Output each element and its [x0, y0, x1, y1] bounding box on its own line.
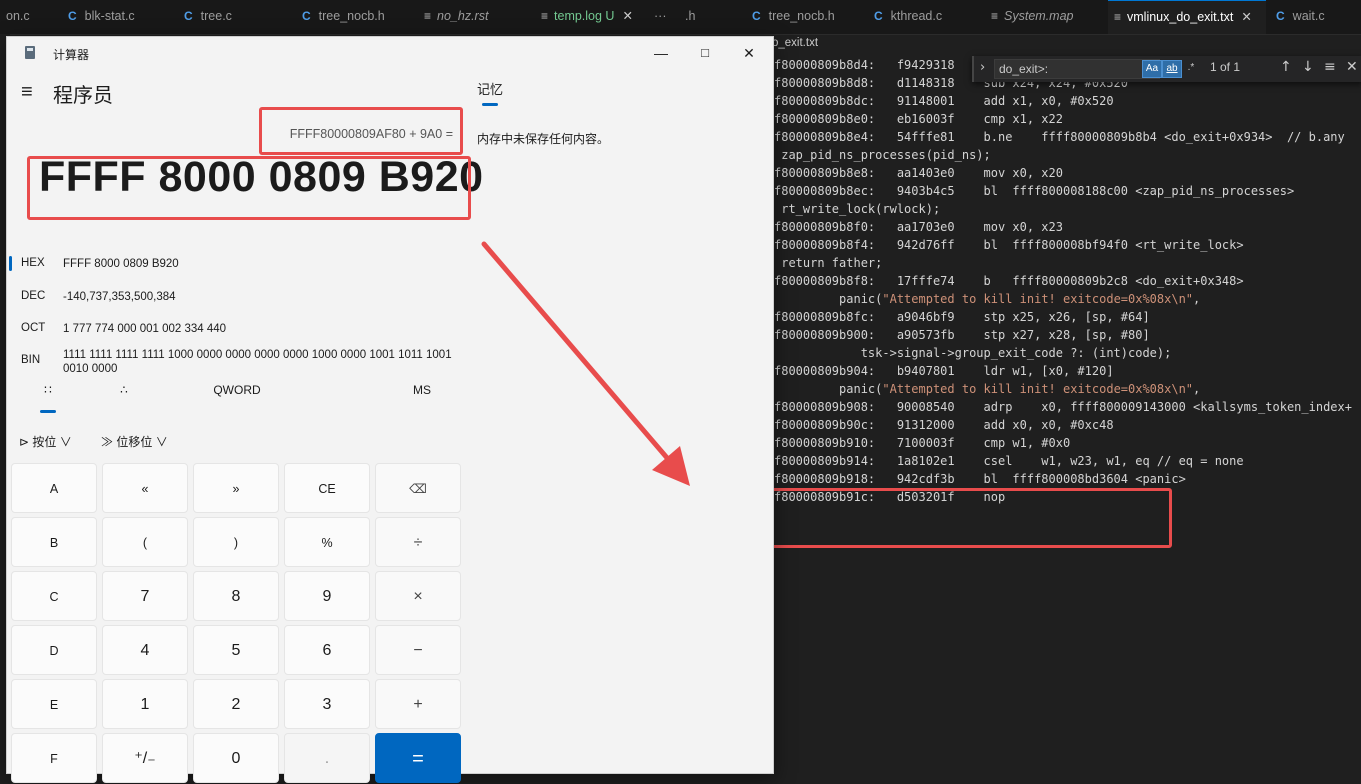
- annotation-arrow: [481, 241, 690, 486]
